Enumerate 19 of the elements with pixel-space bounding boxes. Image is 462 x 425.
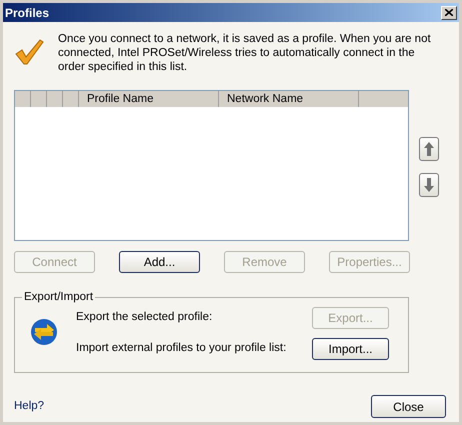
row-label: Export the selected profile: — [76, 310, 214, 326]
up-arrow-icon — [424, 142, 434, 156]
profile-list[interactable]: Profile Name Network Name — [14, 90, 409, 241]
column-header[interactable]: Network Name — [219, 91, 359, 107]
close-button[interactable]: Close — [371, 395, 446, 418]
sync-arrows-icon — [29, 317, 59, 347]
down-arrow-icon — [424, 178, 434, 192]
checkmark-icon — [14, 38, 44, 66]
help-link[interactable]: Help? — [14, 398, 44, 416]
intro-text: Once you connect to a network, it is saved as a profile. When you are not connected, Intel PROSet/Wireless tries to automatically connect in the order specified in this list. — [58, 32, 432, 74]
window-title: Profiles — [5, 4, 50, 22]
column-header[interactable]: Profile Name — [79, 91, 219, 107]
button[interactable]: Import... — [312, 338, 389, 360]
group-title: Export/Import — [22, 290, 96, 304]
close-icon[interactable] — [441, 6, 457, 20]
move-down-button[interactable] — [419, 173, 439, 197]
move-up-button[interactable] — [419, 137, 439, 161]
button[interactable]: Add... — [119, 251, 200, 273]
row-label: Import external profiles to your profile list: — [76, 341, 288, 356]
